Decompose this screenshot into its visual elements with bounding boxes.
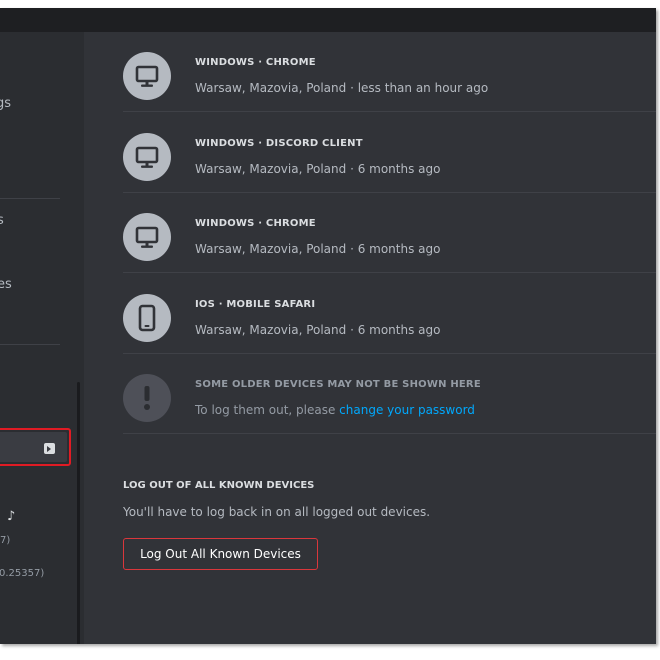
- note-text: To log them out, please change your pass…: [195, 403, 475, 417]
- version-info: 7): [0, 535, 11, 546]
- device-session: IOS · MOBILE SAFARI Warsaw, Mazovia, Pol…: [123, 274, 656, 354]
- device-session: WINDOWS · CHROME Warsaw, Mazovia, Poland…: [123, 193, 656, 273]
- monitor-icon: [123, 213, 171, 261]
- settings-window: gs s es ♪ 7) 0.25357) WINDOWS · CHROME W…: [0, 8, 656, 644]
- device-location-time: Warsaw, Mazovia, Poland · less than an h…: [195, 81, 489, 95]
- device-location-time: Warsaw, Mazovia, Poland · 6 months ago: [195, 242, 441, 256]
- log-out-all-devices-button[interactable]: Log Out All Known Devices: [123, 538, 318, 570]
- device-platform: WINDOWS · CHROME: [195, 218, 316, 229]
- sidebar-item-partial[interactable]: gs: [0, 96, 11, 111]
- sidebar-divider: [0, 344, 60, 345]
- sidebar-item-partial[interactable]: es: [0, 277, 12, 292]
- sidebar-item-log-out[interactable]: [0, 428, 71, 466]
- tiktok-icon[interactable]: ♪: [7, 509, 15, 524]
- divider: [123, 433, 656, 434]
- logout-all-heading: LOG OUT OF ALL KNOWN DEVICES: [123, 480, 315, 491]
- divider: [123, 111, 656, 112]
- sidebar-divider: [0, 198, 60, 199]
- version-info: 0.25357): [0, 568, 45, 579]
- device-location-time: Warsaw, Mazovia, Poland · 6 months ago: [195, 323, 441, 337]
- older-devices-note: SOME OLDER DEVICES MAY NOT BE SHOWN HERE…: [123, 354, 656, 434]
- logout-all-description: You'll have to log back in on all logged…: [123, 505, 431, 519]
- exclamation-icon: [123, 374, 171, 422]
- device-location-time: Warsaw, Mazovia, Poland · 6 months ago: [195, 162, 441, 176]
- monitor-icon: [123, 52, 171, 100]
- phone-icon: [123, 294, 171, 342]
- devices-panel: WINDOWS · CHROME Warsaw, Mazovia, Poland…: [84, 32, 656, 644]
- sidebar-scrollbar[interactable]: [77, 382, 80, 644]
- monitor-icon: [123, 133, 171, 181]
- settings-sidebar: gs s es ♪ 7) 0.25357): [0, 32, 84, 644]
- device-session: WINDOWS · CHROME Warsaw, Mazovia, Poland…: [123, 32, 656, 112]
- sidebar-item-partial[interactable]: s: [0, 213, 4, 228]
- device-platform: WINDOWS · CHROME: [195, 57, 316, 68]
- logout-arrow-icon: [44, 443, 55, 454]
- device-platform: WINDOWS · DISCORD CLIENT: [195, 138, 363, 149]
- title-bar: [0, 8, 656, 32]
- device-platform: IOS · MOBILE SAFARI: [195, 299, 316, 310]
- divider: [123, 272, 656, 273]
- device-session: WINDOWS · DISCORD CLIENT Warsaw, Mazovia…: [123, 113, 656, 193]
- note-title: SOME OLDER DEVICES MAY NOT BE SHOWN HERE: [195, 379, 481, 390]
- change-password-link[interactable]: change your password: [339, 403, 475, 417]
